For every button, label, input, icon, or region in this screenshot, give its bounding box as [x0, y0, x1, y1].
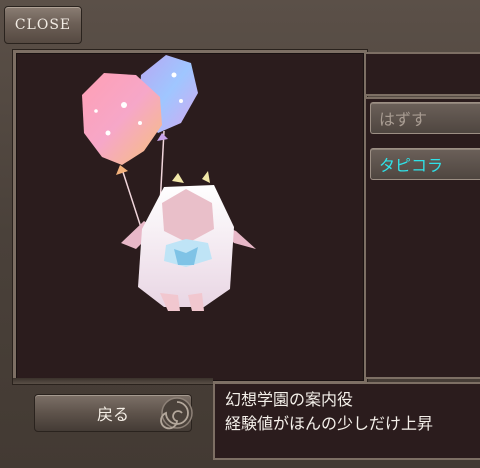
item-tab-tapicola[interactable]: タピコラ: [370, 148, 480, 180]
swirl-ornament-icon: [160, 397, 193, 430]
description-line-1: 幻想学園の案内役: [225, 390, 354, 409]
close-button[interactable]: CLOSE: [4, 6, 82, 44]
pink-balloon: [82, 73, 162, 175]
item-preview-panel: [13, 50, 367, 384]
character-preview: [82, 55, 256, 311]
equip-slot-header: [364, 52, 480, 96]
item-description-box: 幻想学園の案内役 経験値がほんの少しだけ上昇: [213, 382, 480, 460]
remove-button[interactable]: はずす: [370, 102, 480, 134]
description-line-2: 経験値がほんの少しだけ上昇: [225, 414, 434, 433]
divider: [13, 378, 213, 384]
sheep-character: [121, 171, 256, 311]
side-menu-panel: [364, 97, 480, 379]
